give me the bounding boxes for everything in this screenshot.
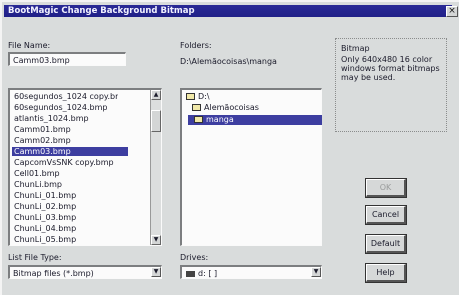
list-file-type-label: List File Type: (8, 253, 62, 262)
file-name-value: Camm03.bmp (13, 56, 70, 65)
file-list-item[interactable]: Camm01.bmp (12, 125, 118, 134)
file-list-scrollbar[interactable]: ▲ ▼ (150, 90, 161, 245)
file-list-item[interactable]: 60segundos_1024 copy.bm (12, 92, 118, 101)
drives-label: Drives: (180, 253, 209, 262)
folder-item-label: Alemãocoisas (204, 103, 259, 112)
file-list-item[interactable]: ChunLi.bmp (12, 180, 118, 189)
file-list-item[interactable]: ChunLi_05.bmp (12, 235, 118, 244)
folder-item[interactable]: D:\ (186, 92, 210, 102)
folder-open-icon (192, 104, 201, 111)
file-list-item[interactable]: 60segundos_1024.bmp (12, 103, 118, 112)
file-name-label: File Name: (8, 41, 51, 50)
drive-value: d: [ ] (186, 269, 217, 278)
file-list-item[interactable]: ChunLi_02.bmp (12, 202, 118, 211)
scroll-down-icon[interactable]: ▼ (151, 235, 161, 245)
file-list-item[interactable]: ChunLi_04.bmp (12, 224, 118, 233)
default-button[interactable]: Default (365, 234, 407, 254)
folder-open-icon (194, 116, 203, 123)
close-button[interactable]: × (446, 6, 458, 17)
chevron-down-icon[interactable]: ▼ (151, 267, 161, 277)
folder-item[interactable]: Alemãocoisas (192, 103, 259, 113)
cancel-button[interactable]: Cancel (365, 205, 407, 225)
close-icon: × (448, 6, 456, 16)
folders-path: D:\Alemãocoisas\manga (180, 57, 277, 66)
file-list-item[interactable]: ChunLi_01.bmp (12, 191, 118, 200)
dialog-window: BootMagic Change Background Bitmap × Fil… (0, 0, 459, 295)
chevron-down-icon[interactable]: ▼ (311, 267, 321, 277)
file-list-item[interactable]: CapcomVsSNK copy.bmp (12, 158, 118, 167)
file-list-item[interactable]: atlantis_1024.bmp (12, 114, 118, 123)
ok-button[interactable]: OK (365, 178, 407, 198)
bitmap-info-panel: Bitmap Only 640x480 16 color windows for… (335, 38, 447, 132)
file-name-input[interactable]: Camm03.bmp (8, 52, 126, 66)
bitmap-info-description: Only 640x480 16 color windows format bit… (341, 55, 440, 82)
file-list-item[interactable]: ChunLi_03.bmp (12, 213, 118, 222)
title-bar[interactable]: BootMagic Change Background Bitmap (4, 5, 452, 17)
bitmap-info-title: Bitmap (341, 44, 370, 53)
file-list-item[interactable]: Cell01.bmp (12, 169, 118, 178)
folder-item-label: manga (206, 115, 234, 124)
file-list[interactable]: 60segundos_1024 copy.bm 60segundos_1024.b… (8, 88, 162, 246)
folder-item-selected[interactable]: manga (188, 115, 322, 125)
scroll-thumb[interactable] (151, 110, 161, 132)
drives-select[interactable]: d: [ ] ▼ (180, 265, 322, 279)
list-file-type-value: Bitmap files (*.bmp) (13, 269, 94, 278)
drive-value-text: d: [ ] (198, 269, 218, 278)
drive-icon (186, 270, 195, 277)
window-title: BootMagic Change Background Bitmap (8, 6, 195, 16)
folders-label: Folders: (180, 41, 212, 50)
list-file-type-select[interactable]: Bitmap files (*.bmp) ▼ (8, 265, 162, 279)
folder-list[interactable]: D:\ Alemãocoisas manga (180, 88, 322, 246)
folder-item-label: D:\ (198, 92, 210, 101)
scroll-up-icon[interactable]: ▲ (151, 90, 161, 100)
file-list-item-selected[interactable]: Camm03.bmp (12, 147, 128, 156)
file-list-item[interactable]: Camm02.bmp (12, 136, 118, 145)
help-button[interactable]: Help (365, 263, 407, 283)
folder-open-icon (186, 93, 195, 100)
